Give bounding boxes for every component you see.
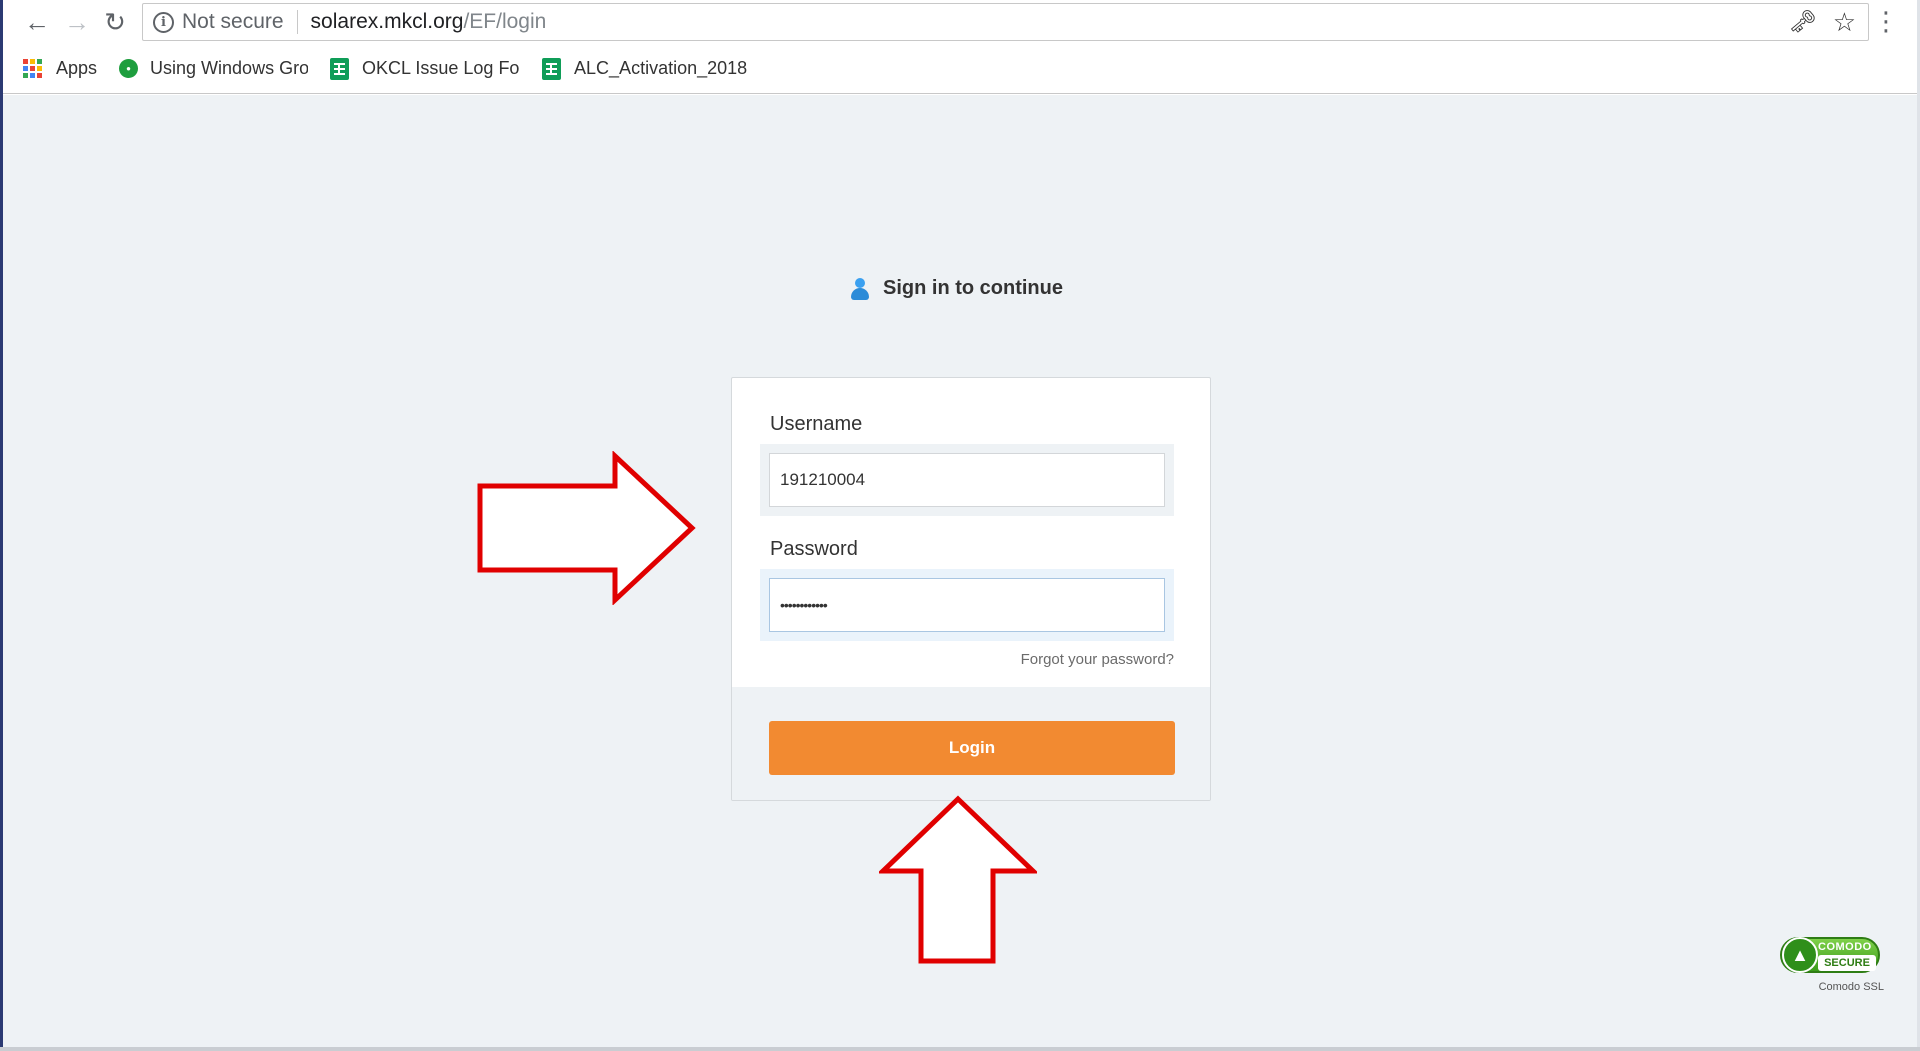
address-separator xyxy=(296,10,298,34)
spreadsheet-icon xyxy=(330,57,350,80)
address-bar-actions: 🗝 ☆ xyxy=(1789,7,1856,38)
vertical-dots-icon[interactable]: ⋮ xyxy=(1873,6,1899,36)
spreadsheet-icon xyxy=(542,57,562,80)
user-icon xyxy=(851,277,869,300)
security-indicator[interactable]: Not secure xyxy=(182,10,284,34)
form-footer: Login xyxy=(732,687,1210,800)
star-icon[interactable]: ☆ xyxy=(1833,7,1856,38)
password-field[interactable] xyxy=(769,578,1165,632)
url-host[interactable]: solarex.mkcl.org xyxy=(311,10,464,34)
bookmark-apps[interactable]: Apps xyxy=(23,58,97,79)
password-field-wrap xyxy=(760,569,1174,641)
forgot-password-link[interactable]: Forgot your password? xyxy=(1021,651,1174,668)
username-label: Username xyxy=(770,413,863,435)
heading-text: Sign in to continue xyxy=(883,277,1063,299)
bookmark-label: OKCL Issue Log Form xyxy=(362,58,520,78)
address-bar[interactable]: i Not secure solarex.mkcl.org/EF/login 🗝… xyxy=(142,3,1869,41)
arrow-right-icon[interactable]: → xyxy=(57,2,97,42)
username-field[interactable] xyxy=(769,453,1165,507)
reload-icon[interactable]: ↻ xyxy=(95,2,135,42)
arrow-right-annotation xyxy=(477,451,696,605)
key-icon[interactable]: 🗝 xyxy=(1789,9,1817,35)
bookmark-label: ALC_Activation_2018 xyxy=(574,58,748,78)
url-path[interactable]: /EF/login xyxy=(463,10,546,34)
arrow-up-annotation xyxy=(879,795,1037,964)
comodo-secure-badge[interactable]: ▲ COMODO SECURE Comodo SSL xyxy=(1778,937,1888,997)
bookmark-alc-activation[interactable]: ALC_Activation_2018 xyxy=(542,57,748,80)
info-icon[interactable]: i xyxy=(153,11,174,33)
badge-line1: COMODO xyxy=(1818,941,1872,953)
badge-pill: ▲ COMODO SECURE xyxy=(1780,937,1880,973)
login-button[interactable]: Login xyxy=(769,721,1175,775)
green-circle-icon: ● xyxy=(119,59,139,78)
thumbs-up-icon: ▲ xyxy=(1782,937,1818,973)
bookmark-using-windows-group[interactable]: ● Using Windows Grou xyxy=(119,58,308,79)
badge-caption: Comodo SSL xyxy=(1818,981,1884,993)
page-title: Sign in to continue xyxy=(851,277,1063,300)
apps-grid-icon xyxy=(23,58,43,79)
bookmark-label: Apps xyxy=(56,58,98,78)
page-content: Sign in to continue Username Password Fo… xyxy=(3,95,1917,1047)
password-label: Password xyxy=(770,538,858,560)
arrow-left-icon[interactable]: ← xyxy=(17,2,57,42)
browser-toolbar: ← → ↻ i Not secure solarex.mkcl.org/EF/l… xyxy=(3,0,1917,44)
username-field-wrap xyxy=(760,444,1174,516)
login-form: Username Password Forgot your password? … xyxy=(731,377,1211,801)
badge-line2: SECURE xyxy=(1818,955,1876,971)
bookmark-label: Using Windows Grou xyxy=(150,58,309,78)
bookmark-okcl-issue-log[interactable]: OKCL Issue Log Form xyxy=(330,57,520,80)
bookmarks-bar: Apps ● Using Windows Grou OKCL Issue Log… xyxy=(3,44,1917,94)
taskbar-edge xyxy=(0,1047,1920,1051)
